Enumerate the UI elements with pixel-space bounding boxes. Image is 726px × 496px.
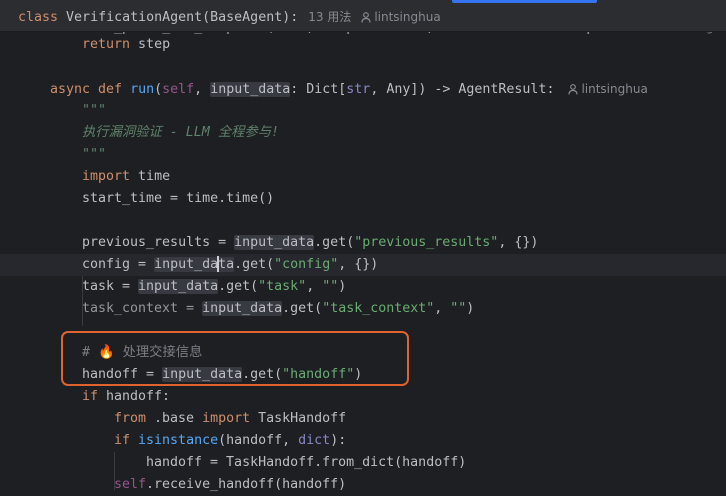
code-text: , {}) <box>498 235 539 250</box>
code-text: ) <box>338 279 347 294</box>
docstring: 执行漏洞验证 - LLM 全程参与! <box>82 125 280 140</box>
keyword: import <box>82 169 131 184</box>
code-line[interactable]: self.receive_handoff(handoff) <box>114 474 346 496</box>
builtin-type: dict <box>298 433 331 448</box>
author-inlay[interactable]: lintsinghua <box>361 10 441 24</box>
code-text: handoff: <box>98 389 171 404</box>
usage-highlight: input_data <box>234 235 315 250</box>
author-name: lintsinghua <box>374 10 441 24</box>
type-annotation: : Dict[ <box>290 82 347 97</box>
code-text: .get( <box>314 235 355 250</box>
builtin-function: isinstance <box>138 433 219 448</box>
self-keyword: self <box>162 82 195 97</box>
code-line[interactable]: if handoff: <box>82 386 170 408</box>
code-line[interactable]: task = input_data.get("task", "") <box>82 276 346 298</box>
punct: ): <box>282 10 299 25</box>
code-text: .get( <box>218 279 259 294</box>
code-line-current[interactable]: config = input_data.get("config", {}) <box>82 254 378 276</box>
code-text: TaskHandoff <box>250 411 347 426</box>
code-text: ): <box>330 433 347 448</box>
param-highlighted: input_data <box>210 82 291 97</box>
code-text: , <box>306 279 323 294</box>
function-name: run <box>130 82 155 97</box>
code-line[interactable]: """ <box>82 100 106 122</box>
sticky-scope-header[interactable]: class VerificationAgent(BaseAgent): 13 用法… <box>0 0 726 31</box>
code-editor[interactable]: class VerificationAgent(BaseAgent): 13 用法… <box>0 0 726 492</box>
sticky-class-line[interactable]: class VerificationAgent(BaseAgent): 13 用法… <box>18 8 441 27</box>
code-line[interactable]: previous_results = input_data.get("previ… <box>82 232 538 254</box>
usages-inlay[interactable]: 13 用法 <box>308 10 351 24</box>
code-text: (handoff, <box>218 433 299 448</box>
code-text: task = <box>82 279 139 294</box>
type-annotation: , Any]) -> AgentResult: <box>370 82 555 97</box>
string-literal: "task" <box>258 279 307 294</box>
code-line[interactable]: return step <box>82 34 170 56</box>
highlight-annotation-box <box>61 331 409 386</box>
unused-variable: task_context = <box>82 301 203 316</box>
author-name: lintsinghua <box>581 82 648 96</box>
code-line[interactable]: import time <box>82 166 170 188</box>
string-literal: "" <box>322 279 339 294</box>
code-line[interactable]: start_time = time.time() <box>82 188 274 210</box>
keyword: if <box>82 389 99 404</box>
keyword: class <box>18 10 59 25</box>
docstring: """ <box>82 103 107 118</box>
code-line[interactable]: async def run(self, input_data: Dict[str… <box>50 78 648 100</box>
punct: , <box>194 82 211 97</box>
string-literal: "task_context" <box>322 301 435 316</box>
code-text: config = <box>82 257 155 272</box>
indent-guide <box>114 452 115 490</box>
code-text: step <box>130 37 171 52</box>
usage-highlight: input_data <box>154 256 235 272</box>
string-literal: "previous_results" <box>354 235 499 250</box>
code-line[interactable]: handoff = TaskHandoff.from_dict(handoff) <box>146 452 466 474</box>
user-icon <box>568 84 579 95</box>
code-text: .base <box>146 411 203 426</box>
code-line[interactable]: 执行漏洞验证 - LLM 全程参与! <box>82 122 279 144</box>
keyword: def <box>98 82 123 97</box>
punct: ( <box>154 82 163 97</box>
keyword: from <box>114 411 147 426</box>
code-text: .get( <box>234 257 275 272</box>
code-text: , {}) <box>338 257 379 272</box>
builtin-type: str <box>346 82 371 97</box>
code-text: handoff = TaskHandoff.from_dict(handoff) <box>146 455 467 470</box>
class-name: VerificationAgent <box>66 10 203 25</box>
string-literal: "" <box>450 301 467 316</box>
keyword: if <box>114 433 131 448</box>
base-class: BaseAgent <box>210 10 283 25</box>
usage-highlight: input_data <box>138 279 219 294</box>
code-text: time <box>130 169 171 184</box>
string-literal: "config" <box>274 257 339 272</box>
code-line[interactable]: """ <box>82 144 106 166</box>
code-text: ) <box>466 301 475 316</box>
keyword: return <box>82 37 131 52</box>
user-icon <box>361 12 371 23</box>
code-text: start_time = time.time() <box>82 191 275 206</box>
code-text: ta <box>218 257 235 272</box>
code-text: .get( <box>282 301 323 316</box>
code-line[interactable]: if isinstance(handoff, dict): <box>114 430 346 452</box>
code-text: previous_results = <box>82 235 235 250</box>
code-line[interactable]: from .base import TaskHandoff <box>114 408 346 430</box>
punct: ( <box>202 10 211 25</box>
code-text: input_da <box>154 257 219 272</box>
keyword: import <box>202 411 251 426</box>
docstring: """ <box>82 147 107 162</box>
indent-guide <box>82 276 83 326</box>
code-text: , <box>434 301 451 316</box>
author-inlay[interactable]: lintsinghua <box>568 82 648 96</box>
keyword: async <box>50 82 91 97</box>
scroll-position-indicator <box>452 0 597 3</box>
code-line[interactable]: task_context = input_data.get("task_cont… <box>82 298 474 320</box>
usage-highlight: input_data <box>202 301 283 316</box>
